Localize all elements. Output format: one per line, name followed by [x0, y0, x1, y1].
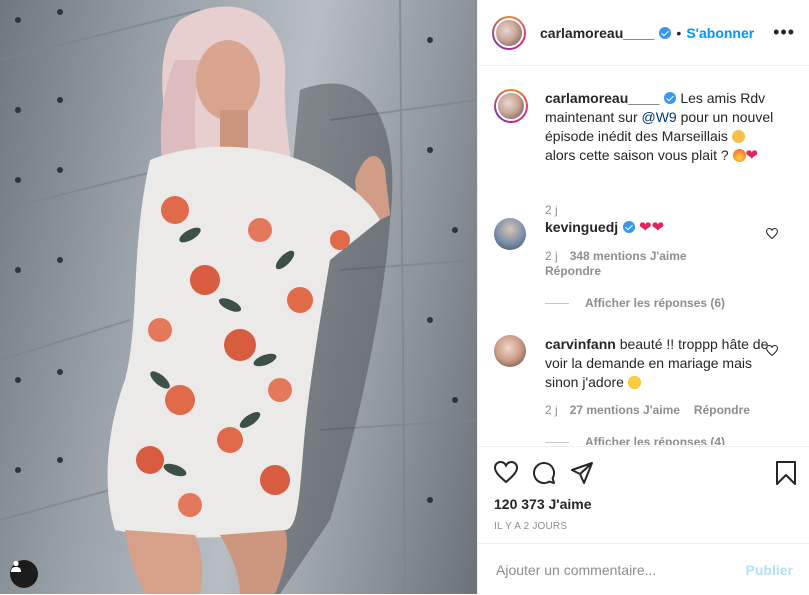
- post-side-panel: carlamoreau____ • S'abonner ••• carlamor…: [477, 0, 809, 594]
- comment-like-heart-icon[interactable]: [766, 345, 778, 356]
- reply-button[interactable]: Répondre: [545, 264, 601, 278]
- commenter-avatar[interactable]: [494, 218, 526, 250]
- view-replies-button[interactable]: Afficher les réponses (6): [545, 296, 725, 310]
- verified-icon: [659, 26, 672, 39]
- mention-link[interactable]: @W9: [642, 109, 677, 125]
- comment-time: 2 j: [545, 403, 558, 417]
- comment-meta: 2 j 348 mentions J'aime: [545, 249, 687, 263]
- more-icon[interactable]: •••: [773, 22, 795, 43]
- view-replies-label: Afficher les réponses (4): [585, 435, 726, 445]
- separator-dot: •: [676, 24, 682, 41]
- heart-icon[interactable]: [494, 461, 518, 483]
- photo-illustration: [0, 0, 477, 594]
- comment-icon[interactable]: [532, 461, 556, 485]
- reply-divider: [545, 442, 569, 444]
- verified-icon: [623, 221, 636, 233]
- commenter-avatar[interactable]: [494, 335, 526, 367]
- comments-list[interactable]: carlamoreau____ Les amis Rdv maintenant …: [478, 67, 809, 445]
- heart-eyes-emoji-icon: [627, 376, 641, 389]
- comment-likes[interactable]: 348 mentions J'aime: [570, 249, 687, 263]
- comment-body: kevinguedj ❤❤: [545, 218, 775, 237]
- verified-icon: [664, 92, 677, 104]
- caption-body: carlamoreau____ Les amis Rdv maintenant …: [545, 89, 775, 165]
- reply-button[interactable]: Répondre: [694, 403, 750, 417]
- view-replies-label: Afficher les réponses (6): [585, 296, 726, 310]
- comment-meta: 2 j 27 mentions J'aime Répondre: [545, 403, 750, 417]
- likes-count[interactable]: 120 373 J'aime: [494, 496, 592, 512]
- ok-hand-emoji-icon: [731, 130, 745, 143]
- follow-button[interactable]: S'abonner: [686, 25, 754, 41]
- add-comment-input[interactable]: [494, 560, 746, 579]
- red-heart-emoji-icon: ❤❤: [639, 219, 665, 236]
- post-header: carlamoreau____ • S'abonner •••: [478, 0, 809, 66]
- post-actions: 120 373 J'aime IL Y A 2 JOURS Publier: [478, 446, 809, 595]
- red-heart-emoji-icon: ❤: [745, 147, 759, 164]
- instagram-post: carlamoreau____ • S'abonner ••• carlamor…: [0, 0, 809, 594]
- post-comment-button[interactable]: Publier: [746, 562, 793, 578]
- reply-divider: [545, 303, 569, 305]
- comment-time: 2 j: [545, 249, 558, 263]
- caption-text-3: alors cette saison vous plait ?: [545, 147, 729, 163]
- user-tag-icon: [11, 560, 21, 572]
- bookmark-icon[interactable]: [775, 461, 797, 485]
- caption-time: 2 j: [545, 203, 558, 217]
- view-replies-button[interactable]: Afficher les réponses (4): [545, 435, 725, 445]
- user-tag-button[interactable]: [10, 560, 38, 588]
- action-icons: [494, 461, 594, 485]
- comment-likes[interactable]: 27 mentions J'aime: [570, 403, 680, 417]
- comment-like-heart-icon[interactable]: [766, 228, 778, 239]
- author-username[interactable]: carlamoreau____: [540, 25, 654, 41]
- comment-username[interactable]: kevinguedj: [545, 219, 618, 235]
- share-icon[interactable]: [570, 461, 594, 485]
- comment-body: carvinfann beauté !! troppp hâte de voir…: [545, 335, 775, 392]
- caption-avatar[interactable]: [494, 89, 528, 123]
- author-avatar[interactable]: [492, 15, 526, 50]
- post-photo[interactable]: [0, 0, 477, 594]
- caption-username[interactable]: carlamoreau____: [545, 90, 659, 106]
- fire-emoji-icon: [732, 149, 746, 162]
- post-timestamp: IL Y A 2 JOURS: [494, 521, 568, 532]
- add-comment-bar: Publier: [478, 543, 809, 595]
- comment-username[interactable]: carvinfann: [545, 336, 616, 352]
